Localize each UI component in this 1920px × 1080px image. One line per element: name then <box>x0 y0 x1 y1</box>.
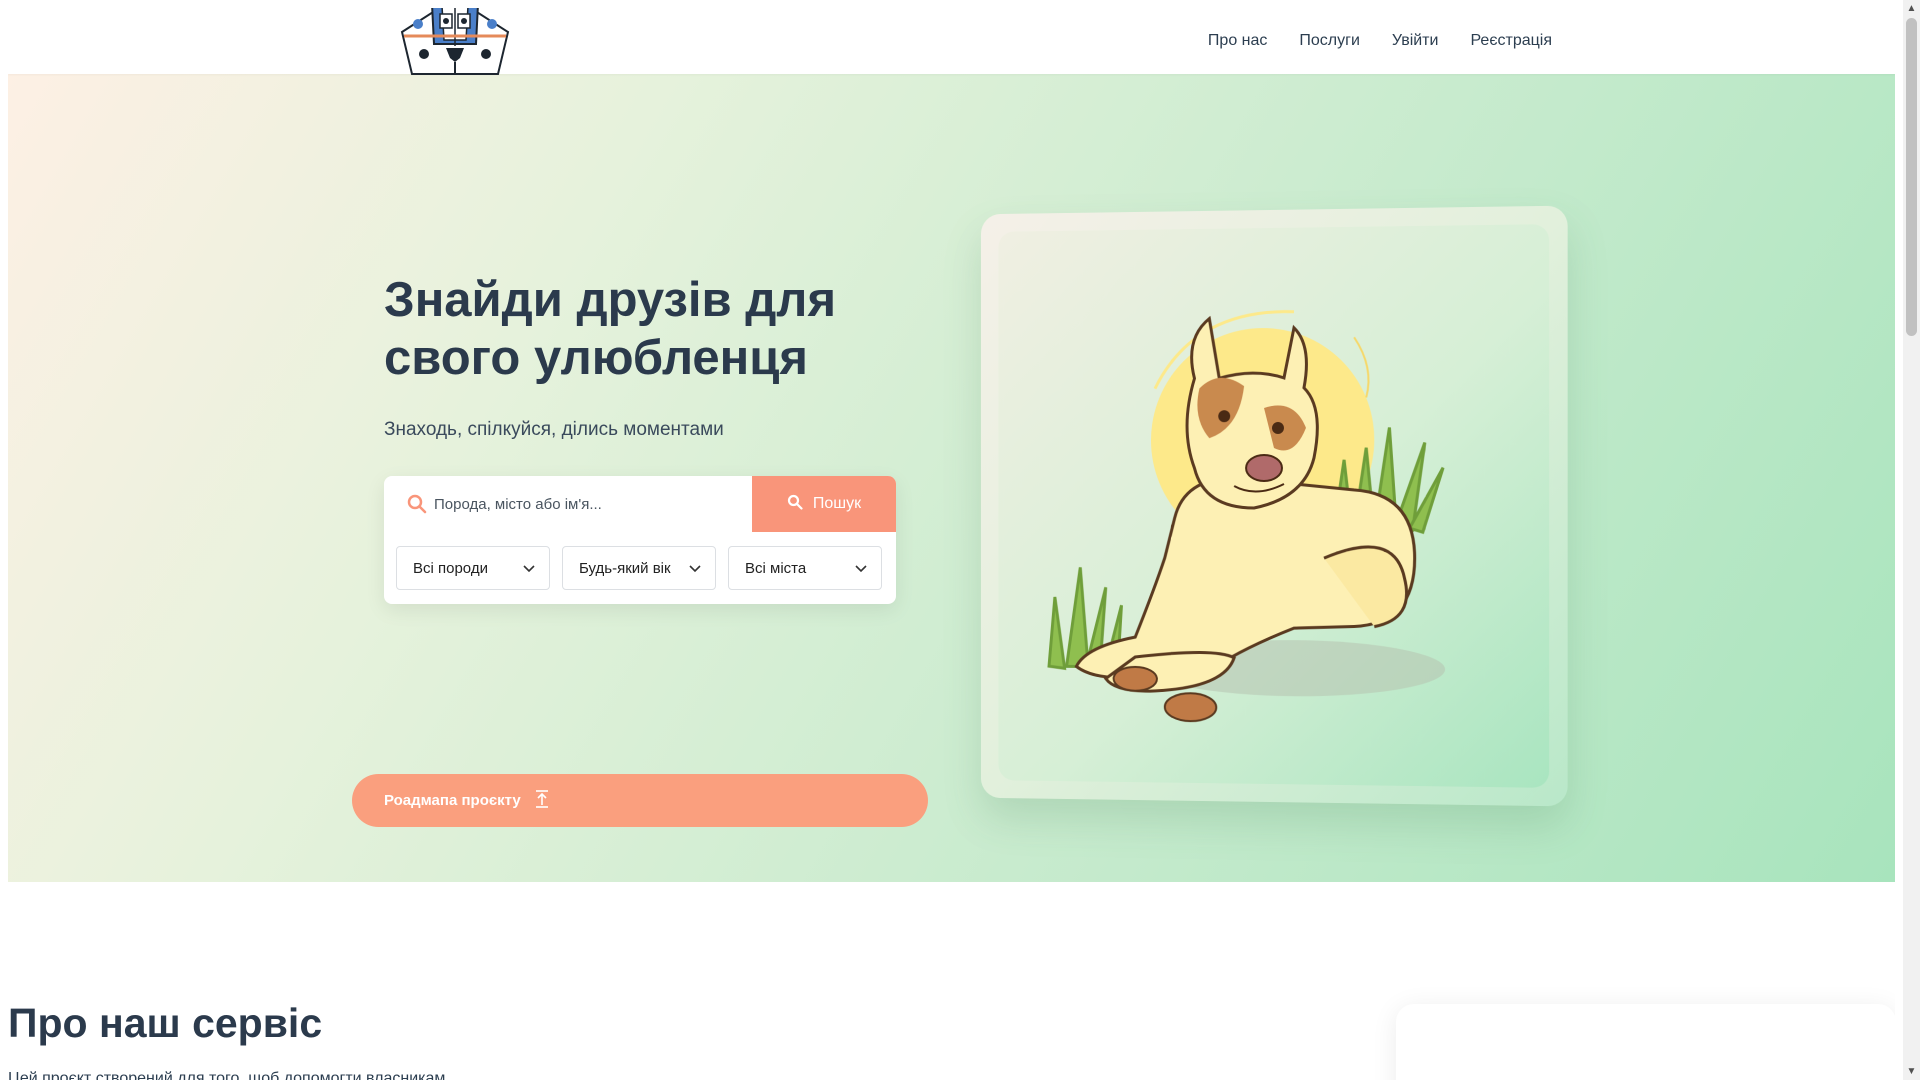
search-button-label: Пошук <box>812 495 862 512</box>
search-card: Пошук Всі породи Будь-який вік В <box>384 476 896 604</box>
about-title: Про наш сервіс <box>8 1000 323 1046</box>
scroll-down-arrow-icon[interactable]: ▼ <box>1903 1063 1920 1080</box>
breed-filter-value: Всі породи <box>413 559 488 577</box>
hero-subtitle: Знаходь, спілкуйся, ділись моментами <box>384 419 724 440</box>
city-filter-select[interactable]: Всі міста <box>728 546 882 590</box>
filters-row: Всі породи Будь-який вік Всі міста <box>396 546 882 590</box>
dog-illustration <box>998 224 1550 788</box>
hero-title: Знайди друзів для свого улюбленця <box>384 271 904 387</box>
about-illustration-card <box>1396 1004 1895 1080</box>
nav-about-link[interactable]: Про нас <box>1208 32 1267 50</box>
search-icon <box>406 493 428 515</box>
dog-logo-icon[interactable] <box>388 8 522 78</box>
city-filter-value: Всі міста <box>745 559 807 577</box>
roadmap-button-label: Роадмапа проєкту <box>384 792 521 809</box>
roadmap-button[interactable]: Роадмапа проєкту <box>352 774 928 827</box>
search-row: Пошук <box>384 476 896 532</box>
hero-title-line1: Знайди друзів для <box>384 273 837 327</box>
search-icon <box>787 494 803 515</box>
nav-services-link[interactable]: Послуги <box>1299 32 1360 50</box>
chevron-down-icon <box>855 560 867 577</box>
scroll-thumb[interactable] <box>1906 18 1917 336</box>
scroll-up-arrow-icon[interactable]: ▲ <box>1903 0 1920 17</box>
hero-section: Знайди друзів для свого улюбленця Знаход… <box>8 74 1895 882</box>
upload-arrow-icon <box>535 789 549 812</box>
nav-login-link[interactable]: Увійти <box>1392 32 1439 50</box>
main-nav: Про нас Послуги Увійти Реєстрація <box>1208 8 1552 74</box>
search-input[interactable] <box>434 486 774 522</box>
site-header: Про нас Послуги Увійти Реєстрація <box>8 8 1895 75</box>
about-text: Цей проєкт створений для того, щоб допом… <box>8 1070 446 1080</box>
nav-register-link[interactable]: Реєстрація <box>1470 32 1552 50</box>
page: Про нас Послуги Увійти Реєстрація Знайди… <box>8 8 1895 1080</box>
illustration-card <box>980 205 1568 807</box>
vertical-scrollbar[interactable]: ▲ ▼ <box>1903 0 1920 1080</box>
chevron-down-icon <box>689 560 701 577</box>
breed-filter-select[interactable]: Всі породи <box>396 546 550 590</box>
age-filter-select[interactable]: Будь-який вік <box>562 546 716 590</box>
search-button[interactable]: Пошук <box>752 476 896 532</box>
age-filter-value: Будь-який вік <box>579 559 671 577</box>
chevron-down-icon <box>523 560 535 577</box>
hero-title-line2: свого улюбленця <box>384 331 808 385</box>
